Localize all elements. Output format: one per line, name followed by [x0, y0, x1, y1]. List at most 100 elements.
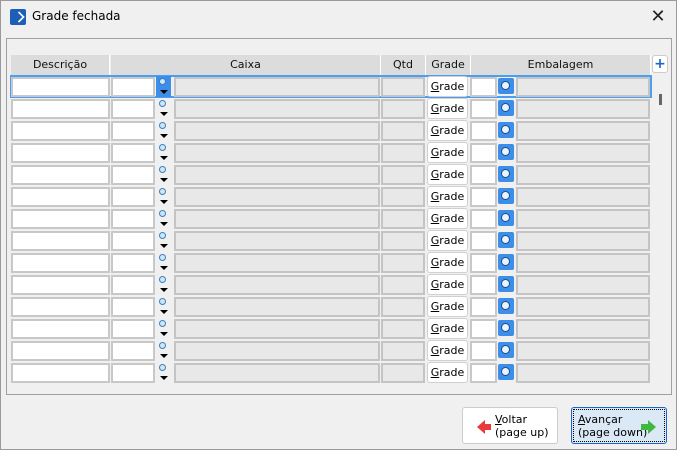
- embalagem-code-input[interactable]: [470, 297, 497, 317]
- caixa-code-input[interactable]: [111, 341, 155, 361]
- grade-button[interactable]: Grade: [427, 318, 468, 339]
- embalagem-search-icon[interactable]: [498, 320, 514, 336]
- caixa-lookup-button[interactable]: [156, 142, 171, 163]
- caixa-lookup-button[interactable]: [156, 296, 171, 317]
- descricao-input[interactable]: [11, 275, 110, 295]
- chevron-down-icon: [160, 200, 168, 204]
- descricao-input[interactable]: [11, 363, 110, 383]
- caixa-code-input[interactable]: [111, 121, 155, 141]
- scrollbar-thumb[interactable]: [659, 94, 662, 105]
- embalagem-code-input[interactable]: [470, 121, 497, 141]
- descricao-input[interactable]: [11, 297, 110, 317]
- caixa-lookup-button[interactable]: [156, 120, 171, 141]
- embalagem-code-input[interactable]: [470, 209, 497, 229]
- embalagem-code-input[interactable]: [470, 231, 497, 251]
- embalagem-code-input[interactable]: [470, 363, 497, 383]
- caixa-code-input[interactable]: [111, 209, 155, 229]
- grade-accel: G: [430, 124, 440, 137]
- search-icon: [159, 100, 166, 107]
- descricao-input[interactable]: [11, 253, 110, 273]
- embalagem-code-input[interactable]: [470, 143, 497, 163]
- embalagem-search-icon[interactable]: [498, 144, 514, 160]
- caixa-lookup-button[interactable]: [156, 230, 171, 251]
- grade-button[interactable]: Grade: [427, 142, 468, 163]
- embalagem-code-input[interactable]: [470, 99, 497, 119]
- embalagem-code-input[interactable]: [470, 341, 497, 361]
- grade-button[interactable]: Grade: [427, 340, 468, 361]
- embalagem-search-icon[interactable]: [498, 232, 514, 248]
- grade-label: rade: [439, 102, 465, 115]
- embalagem-search-icon[interactable]: [498, 122, 514, 138]
- embalagem-search-icon[interactable]: [498, 78, 514, 94]
- caixa-lookup-button[interactable]: [156, 164, 171, 185]
- caixa-code-input[interactable]: [111, 143, 155, 163]
- descricao-input[interactable]: [11, 187, 110, 207]
- embalagem-search-icon[interactable]: [498, 364, 514, 380]
- caixa-lookup-button[interactable]: [156, 208, 171, 229]
- grade-button[interactable]: Grade: [427, 76, 468, 97]
- descricao-input[interactable]: [11, 99, 110, 119]
- caixa-code-input[interactable]: [111, 275, 155, 295]
- add-row-button[interactable]: +: [652, 55, 668, 73]
- embalagem-search-icon[interactable]: [498, 210, 514, 226]
- embalagem-code-input[interactable]: [470, 187, 497, 207]
- embalagem-code-input[interactable]: [470, 165, 497, 185]
- grade-button[interactable]: Grade: [427, 252, 468, 273]
- embalagem-search-icon[interactable]: [498, 166, 514, 182]
- embalagem-code-input[interactable]: [470, 253, 497, 273]
- embalagem-search-icon[interactable]: [498, 298, 514, 314]
- caixa-code-input[interactable]: [111, 297, 155, 317]
- embalagem-search-icon[interactable]: [498, 254, 514, 270]
- caixa-code-input[interactable]: [111, 253, 155, 273]
- caixa-lookup-button[interactable]: [156, 98, 171, 119]
- grade-button[interactable]: Grade: [427, 120, 468, 141]
- caixa-lookup-button[interactable]: [156, 318, 171, 339]
- grade-button[interactable]: Grade: [427, 164, 468, 185]
- embalagem-search-icon[interactable]: [498, 100, 514, 116]
- back-button[interactable]: Voltar (page up): [462, 407, 558, 444]
- caixa-code-input[interactable]: [111, 165, 155, 185]
- caixa-lookup-button[interactable]: [156, 362, 171, 383]
- grade-button[interactable]: Grade: [427, 296, 468, 317]
- descricao-input[interactable]: [11, 231, 110, 251]
- caixa-description-field: [174, 187, 380, 207]
- caixa-code-input[interactable]: [111, 319, 155, 339]
- caixa-code-input[interactable]: [111, 99, 155, 119]
- grade-button[interactable]: Grade: [427, 230, 468, 251]
- search-icon: [159, 144, 166, 151]
- close-button[interactable]: ✕: [646, 5, 670, 29]
- descricao-input[interactable]: [11, 77, 110, 97]
- descricao-input[interactable]: [11, 165, 110, 185]
- caixa-lookup-button[interactable]: [156, 76, 171, 97]
- grade-button[interactable]: Grade: [427, 274, 468, 295]
- caixa-lookup-button[interactable]: [156, 252, 171, 273]
- caixa-lookup-button[interactable]: [156, 186, 171, 207]
- next-button[interactable]: Avançar (page down): [571, 407, 667, 444]
- embalagem-code-input[interactable]: [470, 275, 497, 295]
- grade-grid: Descrição Caixa Qtd Grade Embalagem + Gr…: [6, 38, 672, 395]
- grade-button[interactable]: Grade: [427, 186, 468, 207]
- embalagem-search-icon[interactable]: [498, 342, 514, 358]
- caixa-code-input[interactable]: [111, 77, 155, 97]
- descricao-input[interactable]: [11, 341, 110, 361]
- chevron-down-icon: [160, 178, 168, 182]
- caixa-code-input[interactable]: [111, 187, 155, 207]
- descricao-input[interactable]: [11, 121, 110, 141]
- grade-button[interactable]: Grade: [427, 362, 468, 383]
- qtd-field: [381, 231, 425, 251]
- grade-button[interactable]: Grade: [427, 208, 468, 229]
- grade-button[interactable]: Grade: [427, 98, 468, 119]
- caixa-lookup-button[interactable]: [156, 340, 171, 361]
- descricao-input[interactable]: [11, 319, 110, 339]
- embalagem-code-input[interactable]: [470, 77, 497, 97]
- caixa-code-input[interactable]: [111, 363, 155, 383]
- embalagem-search-icon[interactable]: [498, 188, 514, 204]
- descricao-input[interactable]: [11, 143, 110, 163]
- embalagem-search-icon[interactable]: [498, 276, 514, 292]
- descricao-input[interactable]: [11, 209, 110, 229]
- caixa-description-field: [174, 231, 380, 251]
- caixa-lookup-button[interactable]: [156, 274, 171, 295]
- caixa-code-input[interactable]: [111, 231, 155, 251]
- caixa-description-field: [174, 253, 380, 273]
- embalagem-code-input[interactable]: [470, 319, 497, 339]
